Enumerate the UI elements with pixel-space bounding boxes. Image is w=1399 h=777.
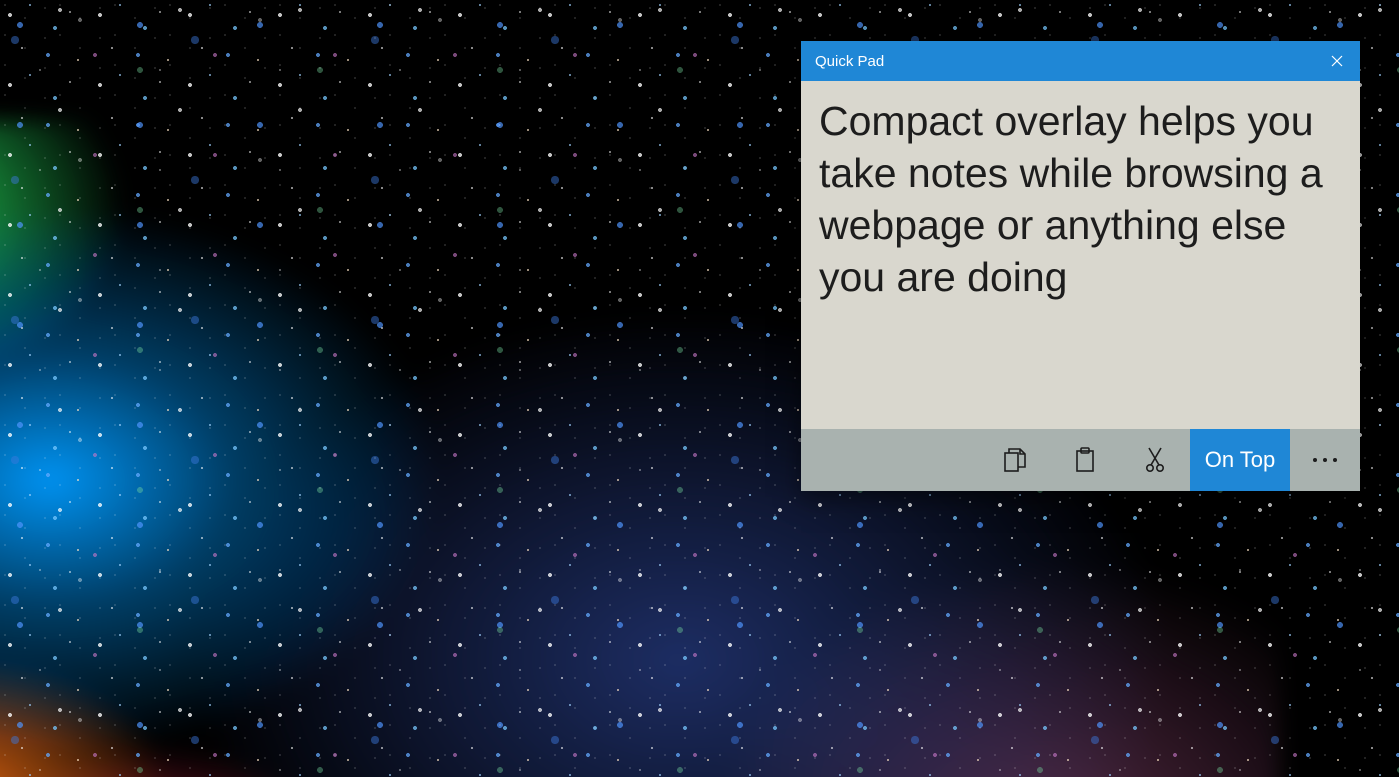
toolbar: On Top	[801, 429, 1360, 491]
on-top-button[interactable]: On Top	[1190, 429, 1290, 491]
copy-button[interactable]	[980, 429, 1050, 491]
cut-icon	[1145, 447, 1165, 473]
close-icon	[1331, 55, 1343, 67]
on-top-label: On Top	[1205, 447, 1276, 473]
note-text-area[interactable]: Compact overlay helps you take notes whi…	[801, 81, 1360, 429]
more-icon	[1311, 456, 1339, 464]
close-button[interactable]	[1314, 41, 1360, 81]
titlebar[interactable]: Quick Pad	[801, 41, 1360, 81]
copy-icon	[1003, 447, 1027, 473]
quick-pad-window: Quick Pad Compact overlay helps you take…	[801, 41, 1360, 491]
window-title: Quick Pad	[801, 53, 884, 70]
paste-icon	[1074, 447, 1096, 473]
paste-button[interactable]	[1050, 429, 1120, 491]
more-button[interactable]	[1290, 429, 1360, 491]
cut-button[interactable]	[1120, 429, 1190, 491]
